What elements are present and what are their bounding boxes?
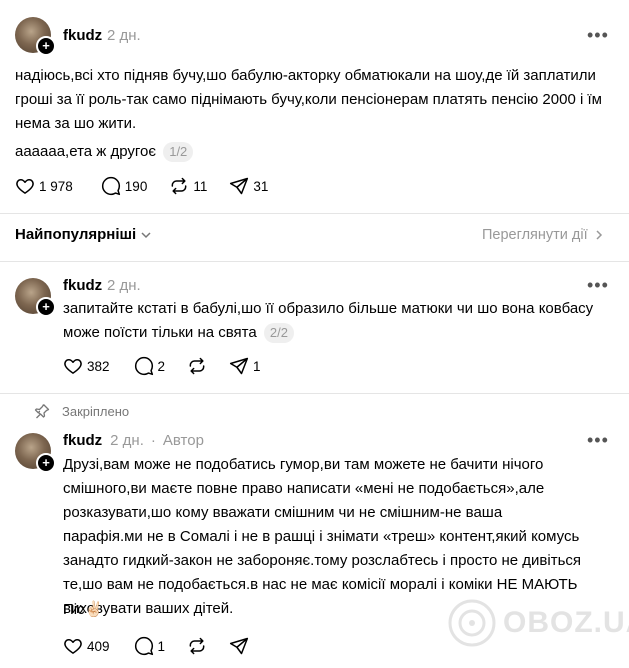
post-text-2: аааааа,ета ж другоє 1/2: [15, 140, 194, 164]
reply-actions: 382 2 1: [63, 356, 261, 376]
comment-button[interactable]: 2: [134, 356, 166, 376]
comment-count: 1: [157, 638, 166, 654]
pinned-label: Закріплено: [62, 403, 130, 419]
share-button[interactable]: 31: [229, 176, 268, 196]
repost-button[interactable]: 11: [169, 176, 207, 196]
plus-icon[interactable]: +: [36, 453, 56, 473]
comment-count: 190: [124, 178, 148, 194]
username[interactable]: fkudz: [63, 27, 102, 44]
separator: ·: [150, 432, 156, 449]
post-text-2-content: аааааа,ета ж другоє: [15, 143, 157, 160]
plus-icon[interactable]: +: [36, 36, 56, 56]
repost-icon: [171, 177, 187, 195]
timestamp[interactable]: 2 дн.: [107, 277, 141, 294]
comment-button[interactable]: 1: [134, 636, 166, 656]
more-icon[interactable]: •••: [587, 430, 609, 451]
reply-text-content: запитайте кстаті в бабулі,шо її образило…: [63, 300, 594, 341]
repost-icon: [189, 637, 205, 655]
share-icon: [230, 177, 249, 195]
chevron-down-icon: [141, 231, 151, 238]
divider: [0, 213, 629, 214]
username[interactable]: fkudz: [63, 432, 102, 449]
signoff-text: Піс: [63, 601, 85, 618]
heart-icon: [64, 359, 82, 374]
sort-label: Найпопулярніші: [15, 226, 137, 243]
divider: [0, 393, 629, 394]
more-icon[interactable]: •••: [587, 275, 609, 296]
reply-text: Друзі,вам може не подобатись гумор,ви та…: [63, 456, 582, 617]
comment-icon: [134, 356, 153, 376]
comment-icon: [134, 636, 153, 656]
watermark-logo-icon: [448, 599, 496, 647]
post-actions: 1 978 190 11 31: [15, 176, 268, 196]
like-count: 382: [87, 358, 110, 374]
timestamp[interactable]: 2 дн.: [110, 432, 144, 449]
share-button[interactable]: 1: [229, 356, 261, 376]
comment-count: 2: [157, 358, 166, 374]
repost-button[interactable]: [187, 356, 207, 376]
share-icon: [229, 357, 249, 375]
heart-icon: [64, 639, 82, 654]
view-activity-link[interactable]: Переглянути дії: [482, 227, 604, 243]
like-count: 409: [87, 638, 110, 654]
username[interactable]: fkudz: [63, 277, 102, 294]
repost-button[interactable]: [187, 636, 207, 656]
reply-actions: 409 1: [63, 636, 249, 656]
page-indicator: 2/2: [263, 323, 294, 343]
post-text: надіюсь,всі хто підняв бучу,шо бабулю-ак…: [15, 67, 602, 132]
reply-header: fkudz 2 дн. · Автор: [63, 432, 204, 449]
pin-icon: [34, 404, 50, 419]
repost-count: 11: [193, 178, 208, 194]
share-count: 1: [253, 358, 261, 374]
comment-button[interactable]: 190: [101, 176, 148, 196]
divider: [0, 261, 629, 262]
watermark-text: OBOZ.UA: [503, 606, 629, 639]
more-icon[interactable]: •••: [587, 25, 609, 46]
sort-dropdown[interactable]: Найпопулярніші: [15, 226, 152, 243]
peace-icon: ✌🏻: [84, 601, 104, 618]
watermark: OBOZ.UA: [447, 598, 629, 648]
timestamp[interactable]: 2 дн.: [107, 27, 141, 44]
like-button[interactable]: 382: [63, 356, 110, 376]
heart-icon: [16, 179, 34, 194]
share-icon: [229, 637, 249, 655]
share-count: 31: [253, 178, 269, 194]
chevron-right-icon: [596, 230, 602, 240]
like-button[interactable]: 409: [63, 636, 110, 656]
like-count: 1 978: [39, 178, 73, 194]
reply-text: запитайте кстаті в бабулі,шо її образило…: [63, 297, 608, 345]
page-indicator: 1/2: [163, 142, 194, 162]
view-activity-label: Переглянути дії: [482, 227, 588, 243]
like-button[interactable]: 1 978: [15, 176, 73, 196]
plus-icon[interactable]: +: [36, 297, 56, 317]
comment-icon: [101, 176, 120, 196]
reply-signoff: Піс✌🏻: [63, 598, 103, 622]
author-badge: Автор: [162, 432, 204, 449]
share-button[interactable]: [229, 636, 249, 656]
repost-icon: [189, 357, 205, 375]
pinned-indicator: Закріплено: [34, 403, 129, 419]
